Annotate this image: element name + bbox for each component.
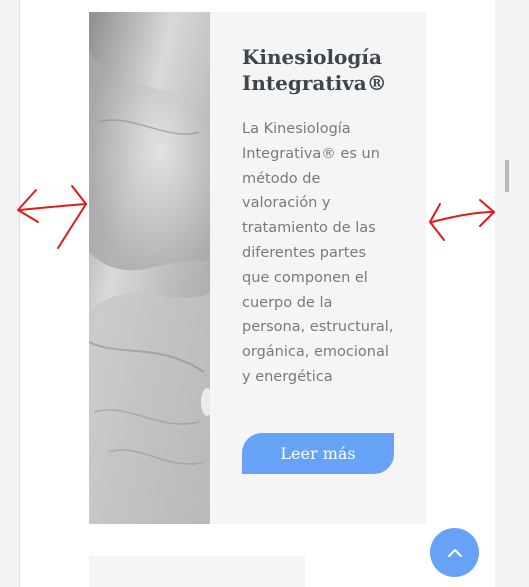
service-image (89, 12, 210, 524)
hands-photo (89, 12, 210, 524)
scroll-to-top-button[interactable] (430, 528, 479, 577)
right-gutter (495, 0, 529, 587)
read-more-button[interactable]: Leer más (242, 433, 394, 474)
card-title: Kinesiología Integrativa® (242, 45, 387, 95)
chevron-up-icon (447, 548, 462, 557)
card-description: La Kinesiología Integrativa® es un métod… (242, 121, 394, 385)
service-card: Kinesiología Integrativa® La Kinesiologí… (89, 12, 426, 524)
scrollbar-thumb[interactable] (505, 160, 509, 192)
page-left-border (19, 0, 20, 587)
next-service-card (89, 556, 305, 587)
